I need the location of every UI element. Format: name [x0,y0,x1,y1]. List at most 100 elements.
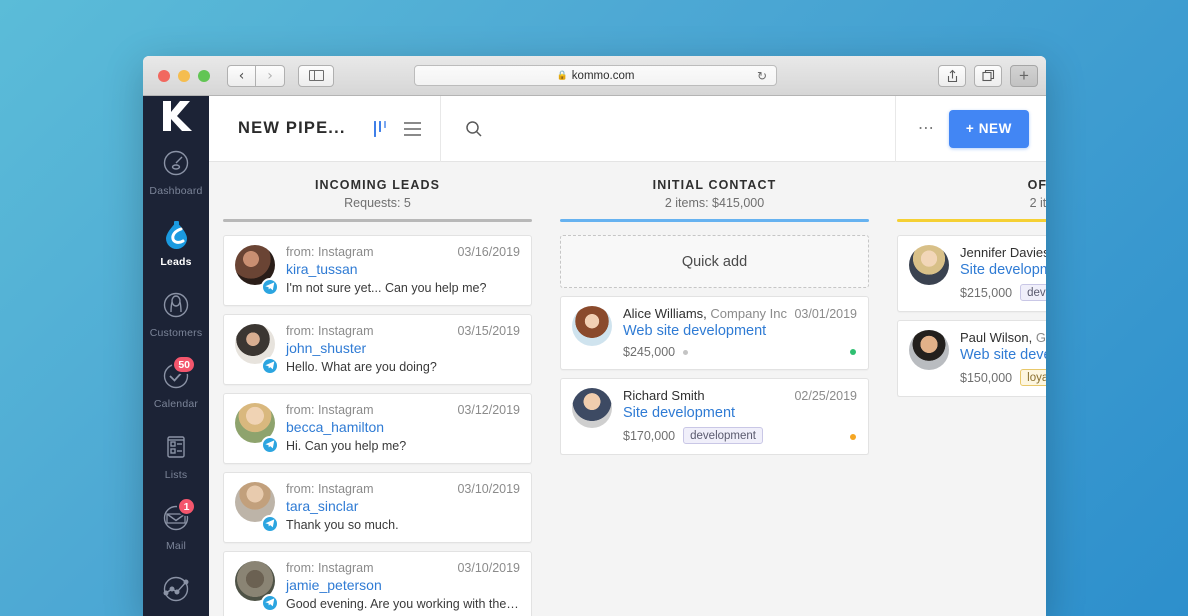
deal-contact-name: Paul Wilson, Globa [960,330,1046,345]
forward-arrow-icon[interactable]: › [256,65,285,87]
lead-message: Good evening. Are you working with the s… [286,597,520,611]
share-icon[interactable] [938,65,966,87]
deal-contact-name: Richard Smith [623,388,705,403]
avatar [235,245,275,295]
sidebar-item-analytics[interactable] [143,561,209,616]
column-subtitle: Requests: 5 [223,196,532,210]
sidebar-item-customers[interactable]: Customers [143,277,209,348]
search-input[interactable] [441,120,895,138]
deal-contact-name: Jennifer Davies [960,245,1046,260]
lead-source: from: Instagram [286,482,374,496]
quick-add-button[interactable]: Quick add [560,235,869,288]
list-item[interactable]: from: Instagram 03/10/2019 tara_sinclar … [223,472,532,543]
deal-title[interactable]: Web site develc [960,347,1046,363]
sidebar-label-customers: Customers [150,327,203,339]
lead-date: 03/10/2019 [457,561,520,575]
deal-tag[interactable]: developm [1020,284,1046,301]
sidebar-item-mail[interactable]: 1 Mail [143,490,209,561]
deal-company: Globa [1036,330,1046,345]
add-new-button[interactable]: + NEW [949,110,1029,148]
more-options-dots-icon[interactable]: ⋯ [918,121,935,137]
back-arrow-icon[interactable]: ‹ [227,65,256,87]
page-title[interactable]: NEW PIPE... [238,119,346,138]
leads-drop-icon [158,216,194,252]
deal-title[interactable]: Site developme [960,262,1046,278]
url-text: kommo.com [572,70,635,82]
sidebar-item-dashboard[interactable]: Dashboard [143,135,209,206]
sidebar-item-leads[interactable]: Leads [143,206,209,277]
deal-company: Company Inc [710,306,787,321]
telegram-icon [261,594,279,612]
kommo-k-logo[interactable] [143,96,209,135]
column-accent-bar [560,219,869,222]
maximize-window-button[interactable] [198,70,210,82]
list-view-icon[interactable] [404,122,421,136]
lead-source: from: Instagram [286,324,374,338]
column-cards: Jennifer Davies Site developme $215,000 … [897,235,1046,397]
lead-username[interactable]: kira_tussan [286,261,520,277]
list-item[interactable]: from: Instagram 03/10/2019 jamie_peterso… [223,551,532,616]
lead-date: 03/16/2019 [457,245,520,259]
show-tabs-icon[interactable] [974,65,1002,87]
app-sidebar: Dashboard Leads [143,96,209,616]
new-tab-plus-icon[interactable]: + [1010,65,1038,87]
column-subtitle: 2 items: $415,000 [560,196,869,210]
list-item[interactable]: Jennifer Davies Site developme $215,000 … [897,235,1046,312]
deal-date: 02/25/2019 [794,389,857,403]
avatar [235,561,275,611]
browser-chrome: ‹ › 🔒 kommo.com ↻ + [143,56,1046,96]
telegram-icon [261,515,279,533]
list-item[interactable]: Paul Wilson, Globa Web site develc $150,… [897,320,1046,397]
list-item[interactable]: Richard Smith 02/25/2019 Site developmen… [560,378,869,455]
column-subtitle: 2 items: [897,196,1046,210]
kanban-view-icon[interactable] [374,121,387,137]
column-accent-bar [223,219,532,222]
app-topbar: NEW PIPE... ⋯ + NEW [209,96,1046,162]
list-item[interactable]: from: Instagram 03/12/2019 becca_hamilto… [223,393,532,464]
lead-date: 03/10/2019 [457,482,520,496]
lead-username[interactable]: tara_sinclar [286,498,520,514]
list-item[interactable]: Alice Williams, Company Inc 03/01/2019 W… [560,296,869,370]
sidebar-label-lists: Lists [165,469,188,481]
pipeline-board[interactable]: INCOMING LEADS Requests: 5 [209,162,1046,616]
close-window-button[interactable] [158,70,170,82]
app-main: NEW PIPE... ⋯ + NEW [209,96,1046,616]
avatar [235,324,275,374]
mail-badge: 1 [177,497,196,516]
window-controls[interactable] [151,70,210,82]
deal-contact-name: Alice Williams, Company Inc [623,306,787,321]
lead-date: 03/15/2019 [457,324,520,338]
search-icon [465,120,483,138]
lead-message: Hello. What are you doing? [286,360,520,374]
deal-tag[interactable]: loyalty [1020,369,1046,386]
deal-date: 03/01/2019 [794,307,857,321]
chrome-right-buttons: + [938,65,1038,87]
kommo-app: Dashboard Leads [143,96,1046,616]
address-bar[interactable]: 🔒 kommo.com ↻ [414,65,777,86]
reload-icon[interactable]: ↻ [757,69,767,83]
deal-title[interactable]: Site development [623,405,857,421]
list-item[interactable]: from: Instagram 03/15/2019 john_shuster … [223,314,532,385]
lead-username[interactable]: becca_hamilton [286,419,520,435]
lead-username[interactable]: john_shuster [286,340,520,356]
pipeline-column-offer: OFFER 2 items: Jennifer Davies [883,178,1046,616]
lead-source: from: Instagram [286,403,374,417]
customers-people-icon [158,287,194,323]
minimize-window-button[interactable] [178,70,190,82]
telegram-icon [261,436,279,454]
avatar [572,306,612,359]
sidebar-toggle-icon[interactable] [298,65,334,87]
avatar [235,482,275,532]
sidebar-label-mail: Mail [166,540,186,552]
deal-tag[interactable]: development [683,427,763,444]
lead-message: Thank you so much. [286,518,520,532]
deal-title[interactable]: Web site development [623,323,857,339]
sidebar-label-leads: Leads [160,256,191,268]
list-item[interactable]: from: Instagram 03/16/2019 kira_tussan I… [223,235,532,306]
sidebar-item-calendar[interactable]: 50 Calendar [143,348,209,419]
column-cards: from: Instagram 03/16/2019 kira_tussan I… [223,235,532,616]
sidebar-item-lists[interactable]: Lists [143,419,209,490]
telegram-icon [261,278,279,296]
avatar [235,403,275,453]
lead-username[interactable]: jamie_peterson [286,577,520,593]
